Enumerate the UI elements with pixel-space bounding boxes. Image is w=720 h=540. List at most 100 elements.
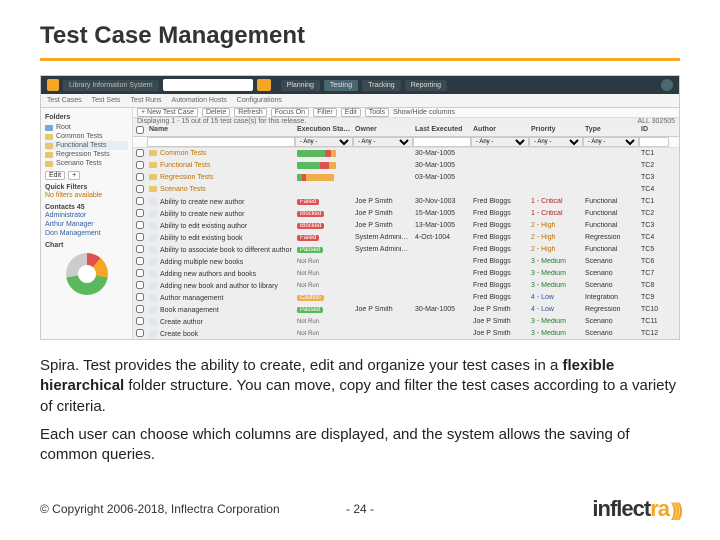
filter-status-select[interactable]: - Any - <box>295 137 353 147</box>
filter-owner-select[interactable]: - Any - <box>353 137 413 147</box>
table-row[interactable]: Ability to edit existing authorBlockedJo… <box>133 220 679 232</box>
new-test-case-button[interactable]: + New Test Case <box>137 108 198 117</box>
tools-button[interactable]: Tools <box>365 108 389 117</box>
filter-date-input[interactable] <box>413 137 471 147</box>
contact-item[interactable]: Arthur Manager <box>45 220 128 229</box>
testcase-icon <box>149 210 157 218</box>
footer: © Copyright 2006-2018, Inflectra Corpora… <box>40 496 680 522</box>
main-area: + New Test Case Delete Refresh Focus On … <box>133 108 679 339</box>
filter-id-input[interactable] <box>639 137 669 147</box>
folder-icon <box>45 125 53 131</box>
row-checkbox[interactable] <box>136 281 144 289</box>
topbar: Library Information System Planning Test… <box>41 76 679 94</box>
table-row[interactable]: Regression Tests03-Mar-1005TC3 <box>133 172 679 184</box>
row-checkbox[interactable] <box>136 305 144 313</box>
col-date[interactable]: Last Executed <box>413 126 471 136</box>
tab-config[interactable]: Configurations <box>237 97 282 104</box>
table-row[interactable]: Common Tests30-Mar-1005TC1 <box>133 148 679 160</box>
row-checkbox[interactable] <box>136 185 144 193</box>
quick-filter-item[interactable]: No filters available <box>45 191 128 200</box>
table-row[interactable]: Ability to create new authorBlockedJoe P… <box>133 208 679 220</box>
edit-button[interactable]: Edit <box>341 108 361 117</box>
table-row[interactable]: Adding new book and author to libraryNot… <box>133 280 679 292</box>
row-checkbox[interactable] <box>136 329 144 337</box>
tree-item[interactable]: Functional Tests <box>45 141 128 150</box>
col-priority[interactable]: Priority <box>529 126 583 136</box>
nav-testing[interactable]: Testing <box>324 80 358 91</box>
filter-priority-select[interactable]: - Any - <box>529 137 583 147</box>
col-type[interactable]: Type <box>583 126 639 136</box>
table-row[interactable]: Ability to associate book to different a… <box>133 244 679 256</box>
table-row[interactable]: Functional Tests30-Mar-1005TC2 <box>133 160 679 172</box>
row-checkbox[interactable] <box>136 233 144 241</box>
table-row[interactable]: Ability to edit existing bookFailedSyste… <box>133 232 679 244</box>
search-button[interactable] <box>257 79 271 91</box>
table-row[interactable]: Adding multiple new booksNot RunFred Blo… <box>133 256 679 268</box>
tab-automation[interactable]: Automation Hosts <box>172 97 227 104</box>
folders-heading: Folders <box>45 114 128 121</box>
row-checkbox[interactable] <box>136 221 144 229</box>
table-row[interactable]: Scenario TestsTC4 <box>133 184 679 196</box>
filter-author-select[interactable]: - Any - <box>471 137 529 147</box>
testcase-icon <box>149 258 157 266</box>
tab-test-sets[interactable]: Test Sets <box>92 97 121 104</box>
row-checkbox[interactable] <box>136 317 144 325</box>
row-checkbox[interactable] <box>136 257 144 265</box>
col-author[interactable]: Author <box>471 126 529 136</box>
project-dropdown[interactable]: Library Information System <box>63 80 159 91</box>
col-name[interactable]: Name <box>147 126 295 136</box>
columns-toggle[interactable]: Show/Hide columns <box>393 109 455 116</box>
tree-add-button[interactable]: + <box>68 171 80 180</box>
status-badge: Not Run <box>297 283 319 289</box>
progress-bar <box>297 186 343 193</box>
table-row[interactable]: Ability to create new authorFailedJoe P … <box>133 196 679 208</box>
row-checkbox[interactable] <box>136 173 144 181</box>
row-checkbox[interactable] <box>136 161 144 169</box>
nav-tracking[interactable]: Tracking <box>362 80 401 91</box>
contact-item[interactable]: Administrator <box>45 211 128 220</box>
tab-test-runs[interactable]: Test Runs <box>130 97 161 104</box>
row-checkbox[interactable] <box>136 197 144 205</box>
row-checkbox[interactable] <box>136 149 144 157</box>
table-row[interactable]: Book managementPassedJoe P Smith30-Mar-1… <box>133 304 679 316</box>
status-badge: Failed <box>297 235 319 241</box>
tree-root[interactable]: Root <box>45 123 128 132</box>
tree-item[interactable]: Scenario Tests <box>45 159 128 168</box>
status-badge: Passed <box>297 247 323 253</box>
nav-reporting[interactable]: Reporting <box>405 80 447 91</box>
filter-button[interactable]: Filter <box>313 108 337 117</box>
status-badge: Not Run <box>297 271 319 277</box>
col-id[interactable]: ID <box>639 126 669 136</box>
filter-name-input[interactable] <box>147 137 295 147</box>
folder-icon <box>149 150 157 156</box>
contact-item[interactable]: Don Management <box>45 229 128 238</box>
search-input[interactable] <box>163 79 253 91</box>
filter-type-select[interactable]: - Any - <box>583 137 639 147</box>
table-row[interactable]: Author managementCautionFred Bloggs4 - L… <box>133 292 679 304</box>
col-status[interactable]: Execution Status <box>295 126 353 136</box>
sidebar: Folders Root Common Tests Functional Tes… <box>41 108 133 339</box>
progress-bar <box>297 174 343 181</box>
tree-item[interactable]: Regression Tests <box>45 150 128 159</box>
body-text: Spira. Test provides the ability to crea… <box>40 356 680 465</box>
toolbar: + New Test Case Delete Refresh Focus On … <box>133 108 679 118</box>
select-all-checkbox[interactable] <box>136 126 144 134</box>
tree-item[interactable]: Common Tests <box>45 132 128 141</box>
tree-edit-button[interactable]: Edit <box>45 171 65 180</box>
col-owner[interactable]: Owner <box>353 126 413 136</box>
row-checkbox[interactable] <box>136 269 144 277</box>
table-row[interactable]: Adding new authors and booksNot RunFred … <box>133 268 679 280</box>
focus-button[interactable]: Focus On <box>271 108 309 117</box>
nav-planning[interactable]: Planning <box>281 80 320 91</box>
delete-button[interactable]: Delete <box>202 108 230 117</box>
table-row[interactable]: Create bookNot RunJoe P Smith3 - MediumS… <box>133 328 679 339</box>
quick-filters-heading: Quick Filters <box>45 184 128 191</box>
tab-test-cases[interactable]: Test Cases <box>47 97 82 104</box>
refresh-button[interactable]: Refresh <box>234 108 267 117</box>
row-checkbox[interactable] <box>136 209 144 217</box>
row-checkbox[interactable] <box>136 245 144 253</box>
testcase-icon <box>149 198 157 206</box>
row-checkbox[interactable] <box>136 293 144 301</box>
table-row[interactable]: Create authorNot RunJoe P Smith3 - Mediu… <box>133 316 679 328</box>
user-avatar-icon[interactable] <box>661 79 673 91</box>
